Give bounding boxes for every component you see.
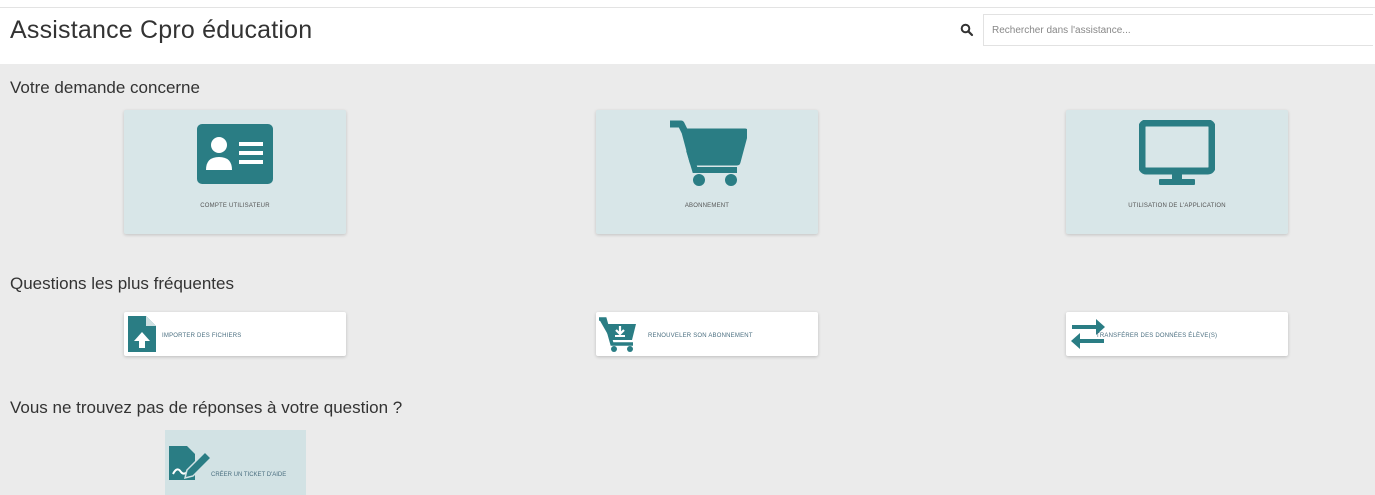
file-upload-icon [128,316,156,352]
category-label: COMPTE UTILISATEUR [200,203,270,209]
faq-item-transfer-student-data[interactable]: TRANSFÉRER DES DONNÉES ÉLÈVE(S) [1066,312,1288,356]
edit-ticket-icon [169,446,211,480]
search-input[interactable] [983,14,1373,46]
section-title-not-found: Vous ne trouvez pas de réponses à votre … [10,398,403,417]
faq-label: IMPORTER DES FICHIERS [162,333,242,339]
search-icon[interactable] [960,23,974,37]
category-card-subscription[interactable]: ABONNEMENT [596,110,818,234]
ticket-label: CRÉER UN TICKET D'AIDE [211,472,287,478]
category-card-app-usage[interactable]: UTILISATION DE L'APPLICATION [1066,110,1288,234]
id-card-icon [197,124,273,184]
faq-label: TRANSFÉRER DES DONNÉES ÉLÈVE(S) [1096,333,1218,339]
faq-label: RENOUVELER SON ABONNEMENT [648,333,753,339]
faq-item-renew-subscription[interactable]: RENOUVELER SON ABONNEMENT [596,312,818,356]
faq-item-import-files[interactable]: IMPORTER DES FICHIERS [124,312,346,356]
section-title-faq: Questions les plus fréquentes [10,274,234,293]
monitor-icon [1139,120,1215,185]
shopping-cart-icon [670,120,747,186]
category-label: UTILISATION DE L'APPLICATION [1128,203,1226,209]
header: Assistance Cpro éducation [0,8,1375,64]
cart-download-icon [599,317,636,352]
section-title-request: Votre demande concerne [10,78,200,97]
category-card-user-account[interactable]: COMPTE UTILISATEUR [124,110,346,234]
page-title: Assistance Cpro éducation [10,16,313,44]
create-ticket-button[interactable]: CRÉER UN TICKET D'AIDE [165,430,306,495]
top-bar [0,0,1375,8]
category-label: ABONNEMENT [684,203,730,209]
